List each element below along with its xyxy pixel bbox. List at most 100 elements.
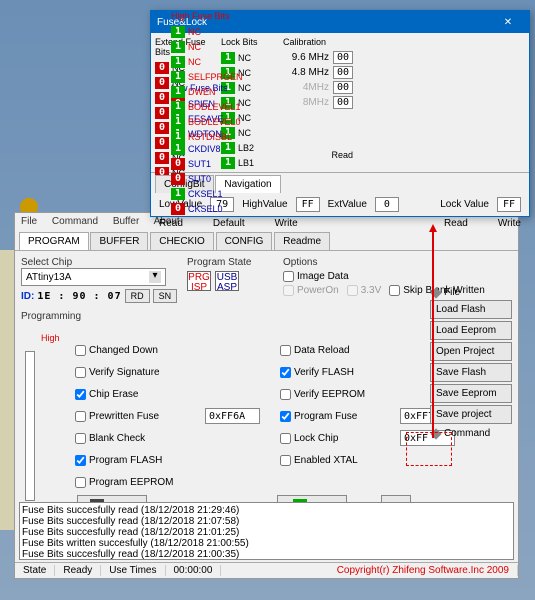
program-state-label: Program State — [187, 257, 251, 268]
high-bit-7[interactable]: 1 — [171, 131, 185, 143]
cal-freq-3: 8MHz — [303, 97, 329, 108]
enabled-xtal-checkbox[interactable]: Enabled XTAL — [280, 455, 400, 466]
rd-button[interactable]: RD — [125, 289, 150, 303]
lock-write-button[interactable]: Write — [498, 218, 521, 229]
save-flash-button[interactable]: Save Flash — [430, 363, 512, 382]
verify-sig-checkbox[interactable]: Verify Signature — [75, 367, 205, 378]
low-bit-4[interactable]: 0 — [171, 158, 185, 170]
tab-config[interactable]: CONFIG — [216, 232, 273, 250]
sn-button[interactable]: SN — [153, 289, 178, 303]
tab-readme[interactable]: Readme — [274, 232, 330, 250]
chip-value: ATtiny13A — [26, 272, 71, 283]
lock-chip-checkbox[interactable]: Lock Chip — [280, 433, 400, 444]
prewritten-fuse-checkbox[interactable]: Prewritten Fuse — [75, 411, 205, 422]
log-line: Fuse Bits succesfully read (18/12/2018 2… — [22, 516, 511, 527]
ext-bit-1[interactable]: 0 — [155, 77, 169, 89]
tab-buffer[interactable]: BUFFER — [90, 232, 148, 250]
menu-command[interactable]: Command — [52, 216, 98, 227]
high-bit-1[interactable]: 1 — [171, 41, 185, 53]
save-eeprom-button[interactable]: Save Eeprom — [430, 384, 512, 403]
extvalue-label: ExtValue — [328, 199, 367, 210]
low-bit-name-7: CKSEL0 — [188, 204, 223, 214]
program-flash-checkbox[interactable]: Program FLASH — [75, 455, 205, 466]
ext-bit-4[interactable]: 0 — [155, 122, 169, 134]
cal-val-0: 00 — [333, 51, 353, 64]
log-panel[interactable]: Fuse Bits succesfully read (18/12/2018 2… — [19, 502, 514, 560]
chevron-down-icon: ▾ — [149, 271, 161, 283]
verify-flash-checkbox[interactable]: Verify FLASH — [280, 367, 400, 378]
high-bit-name-5: BODLEVEL1 — [188, 102, 241, 112]
annotation-box — [406, 432, 452, 466]
load-flash-button[interactable]: Load Flash — [430, 300, 512, 319]
low-bit-5[interactable]: 0 — [171, 173, 185, 185]
status-state: State — [15, 565, 55, 576]
program-fuse-checkbox[interactable]: Program Fuse — [280, 411, 400, 422]
image-data-checkbox[interactable]: Image Data — [283, 271, 349, 282]
extvalue-input[interactable] — [375, 197, 399, 212]
high-bit-name-0: NC — [188, 27, 201, 37]
highvalue-label: HighValue — [242, 199, 287, 210]
usb-icon: USBASP — [215, 271, 239, 291]
low-bit-6[interactable]: 1 — [171, 188, 185, 200]
status-use: Use Times — [101, 565, 165, 576]
cal-freq-2: 4MHz — [303, 82, 329, 93]
33v-checkbox: 3.3V — [347, 285, 382, 296]
lockvalue-label: Lock Value — [440, 199, 489, 210]
calibration-header: Calibration — [283, 37, 353, 47]
data-reload-checkbox[interactable]: Data Reload — [280, 345, 400, 356]
ext-bit-3[interactable]: 0 — [155, 107, 169, 119]
menu-file[interactable]: File — [21, 216, 37, 227]
fuse-write-button[interactable]: Write — [275, 218, 298, 229]
lockvalue-input[interactable] — [497, 197, 521, 212]
side-file-header: File — [444, 287, 460, 298]
prewritten-fuse-input[interactable] — [205, 408, 260, 424]
high-bit-6[interactable]: 1 — [171, 116, 185, 128]
close-icon[interactable]: ✕ — [493, 17, 523, 28]
ext-bit-0[interactable]: 0 — [155, 62, 169, 74]
chip-erase-checkbox[interactable]: Chip Erase — [75, 389, 205, 400]
tab-checkio[interactable]: CHECKIO — [150, 232, 214, 250]
high-bit-2[interactable]: 1 — [171, 56, 185, 68]
prg-icon: PRGISP — [187, 271, 211, 291]
low-bit-3[interactable]: 1 — [171, 143, 185, 155]
high-fuse-header: High Fuse Bits — [171, 11, 245, 21]
save-project-button[interactable]: Save project — [430, 405, 512, 424]
high-bit-5[interactable]: 1 — [171, 101, 185, 113]
high-bit-name-7: RSTDISBL — [188, 132, 232, 142]
program-eeprom-checkbox[interactable]: Program EEPROM — [75, 477, 205, 488]
log-line: Fuse Bits succesfully read (18/12/2018 2… — [22, 527, 511, 538]
chip-id: 1E : 90 : 07 — [37, 291, 121, 302]
ext-bit-5[interactable]: 0 — [155, 137, 169, 149]
annotation-arrow — [432, 226, 434, 438]
cal-freq-1: 4.8 MHz — [292, 67, 329, 78]
options-label: Options — [283, 257, 485, 268]
lock-read-button[interactable]: Read — [444, 218, 468, 229]
main-tabs: PROGRAM BUFFER CHECKIO CONFIG Readme — [15, 230, 518, 251]
programmer-window: File Command Buffer About PROGRAM BUFFER… — [14, 212, 519, 579]
tab-program[interactable]: PROGRAM — [19, 232, 89, 250]
cal-val-1: 00 — [333, 66, 353, 79]
high-label: High — [41, 333, 60, 343]
load-eeprom-button[interactable]: Load Eeprom — [430, 321, 512, 340]
cal-freq-0: 9.6 MHz — [292, 52, 329, 63]
high-bit-name-4: DWEN — [188, 87, 216, 97]
fuse-default-button[interactable]: Default — [213, 218, 245, 229]
high-bit-name-3: SELFPRGEN — [188, 72, 243, 82]
high-bit-3[interactable]: 1 — [171, 71, 185, 83]
open-project-button[interactable]: Open Project — [430, 342, 512, 361]
highvalue-input[interactable] — [296, 197, 320, 212]
fuse-read-button[interactable]: Read — [159, 218, 183, 229]
ext-bit-2[interactable]: 0 — [155, 92, 169, 104]
blank-check-checkbox[interactable]: Blank Check — [75, 433, 205, 444]
verify-eeprom-checkbox[interactable]: Verify EEPROM — [280, 389, 400, 400]
low-bit-7[interactable]: 0 — [171, 203, 185, 215]
high-bit-0[interactable]: 1 — [171, 26, 185, 38]
changed-down-checkbox[interactable]: Changed Down — [75, 345, 205, 356]
status-ready: Ready — [55, 565, 101, 576]
low-bit-name-6: CKSEL1 — [188, 189, 223, 199]
chip-dropdown[interactable]: ATtiny13A ▾ — [21, 268, 166, 286]
cal-read-button[interactable]: Read — [283, 150, 353, 160]
menu-buffer[interactable]: Buffer — [113, 216, 140, 227]
high-bit-4[interactable]: 1 — [171, 86, 185, 98]
ext-bit-6[interactable]: 0 — [155, 152, 169, 164]
